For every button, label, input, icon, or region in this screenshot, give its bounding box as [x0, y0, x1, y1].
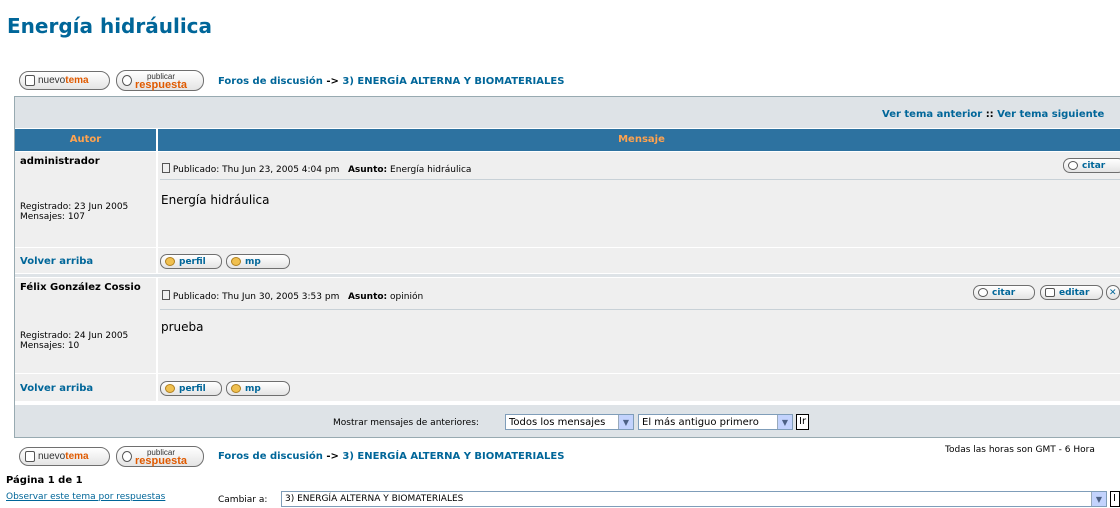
author-meta: Registrado: 24 Jun 2005 Mensajes: 10: [20, 331, 129, 351]
profile-button[interactable]: perfil: [160, 254, 222, 269]
post-icon: [162, 290, 170, 300]
post-body: Energía hidráulica: [161, 193, 270, 207]
pm-icon: [231, 257, 241, 266]
new-topic-icon: [25, 75, 35, 86]
post-author: administrador: [20, 156, 100, 167]
author-meta: Registrado: 23 Jun 2005 Mensajes: 107: [20, 202, 129, 222]
topic-nav: Ver tema anterior :: Ver tema siguiente: [882, 109, 1105, 120]
post-body: prueba: [161, 320, 204, 334]
author-header: Autor: [69, 134, 102, 145]
breadcrumb: Foros de discusión -> 3) ENERGÍA ALTERNA…: [218, 451, 565, 462]
quote-button[interactable]: citar: [973, 285, 1035, 300]
post-icon: [162, 163, 170, 173]
back-to-top-link[interactable]: Volver arriba: [20, 383, 93, 394]
close-icon: ✕: [1109, 287, 1117, 298]
reply-button[interactable]: publicar respuesta: [116, 446, 204, 467]
filter-label: Mostrar mensajes de anteriores:: [333, 418, 479, 428]
breadcrumb-forums-link[interactable]: Foros de discusión: [218, 451, 323, 462]
prev-topic-link[interactable]: Ver tema anterior: [882, 109, 982, 120]
timezone-note: Todas las horas son GMT - 6 Hora: [945, 445, 1095, 455]
new-topic-icon: [25, 451, 35, 462]
period-select[interactable]: Todos los mensajes ▼: [505, 414, 634, 430]
profile-icon: [165, 257, 175, 266]
back-to-top-link[interactable]: Volver arriba: [20, 256, 93, 267]
page-title[interactable]: Energía hidráulica: [7, 14, 212, 38]
next-topic-link[interactable]: Ver tema siguiente: [997, 109, 1104, 120]
new-topic-button[interactable]: nuevo tema: [19, 447, 110, 466]
post-divider: [15, 274, 1120, 277]
breadcrumb-forum-link[interactable]: 3) ENERGÍA ALTERNA Y BIOMATERIALES: [342, 451, 564, 462]
reply-button[interactable]: publicar respuesta: [116, 70, 204, 91]
post-header: Publicado: Thu Jun 23, 2005 4:04 pm Asun…: [162, 163, 471, 175]
quote-icon: [1068, 161, 1078, 170]
quote-button[interactable]: citar: [1063, 158, 1120, 173]
reply-icon: [122, 451, 132, 462]
breadcrumb: Foros de discusión -> 3) ENERGÍA ALTERNA…: [218, 76, 564, 87]
breadcrumb-separator: ->: [326, 76, 339, 87]
post-author: Félix González Cossio: [20, 282, 141, 293]
quote-icon: [978, 288, 988, 297]
chevron-down-icon: ▼: [777, 415, 792, 429]
delete-button[interactable]: ✕: [1106, 285, 1120, 300]
post-header: Publicado: Thu Jun 30, 2005 3:53 pm Asun…: [162, 290, 423, 302]
chevron-down-icon: ▼: [1091, 492, 1106, 506]
table-header: Autor Mensaje: [15, 129, 1120, 151]
message-header: Mensaje: [618, 134, 665, 145]
pm-icon: [231, 384, 241, 393]
jump-label: Cambiar a:: [218, 495, 268, 505]
breadcrumb-forum-link[interactable]: 3) ENERGÍA ALTERNA Y BIOMATERIALES: [342, 76, 564, 87]
pm-button[interactable]: mp: [226, 381, 290, 396]
edit-button[interactable]: editar: [1040, 285, 1103, 300]
new-topic-button[interactable]: nuevo tema: [19, 71, 110, 90]
breadcrumb-forums-link[interactable]: Foros de discusión: [218, 76, 323, 87]
pagination: Página 1 de 1: [6, 475, 83, 486]
go-button[interactable]: Ir: [796, 414, 810, 430]
profile-button[interactable]: perfil: [160, 381, 222, 396]
jump-go-button[interactable]: I: [1110, 491, 1120, 507]
profile-icon: [165, 384, 175, 393]
chevron-down-icon: ▼: [618, 415, 633, 429]
order-select[interactable]: El más antiguo primero ▼: [638, 414, 793, 430]
watch-topic-link[interactable]: Observar este tema por respuestas: [6, 492, 165, 502]
jump-select[interactable]: 3) ENERGÍA ALTERNA Y BIOMATERIALES ▼: [281, 491, 1107, 507]
edit-icon: [1045, 288, 1055, 297]
reply-icon: [122, 75, 132, 86]
pm-button[interactable]: mp: [226, 254, 290, 269]
